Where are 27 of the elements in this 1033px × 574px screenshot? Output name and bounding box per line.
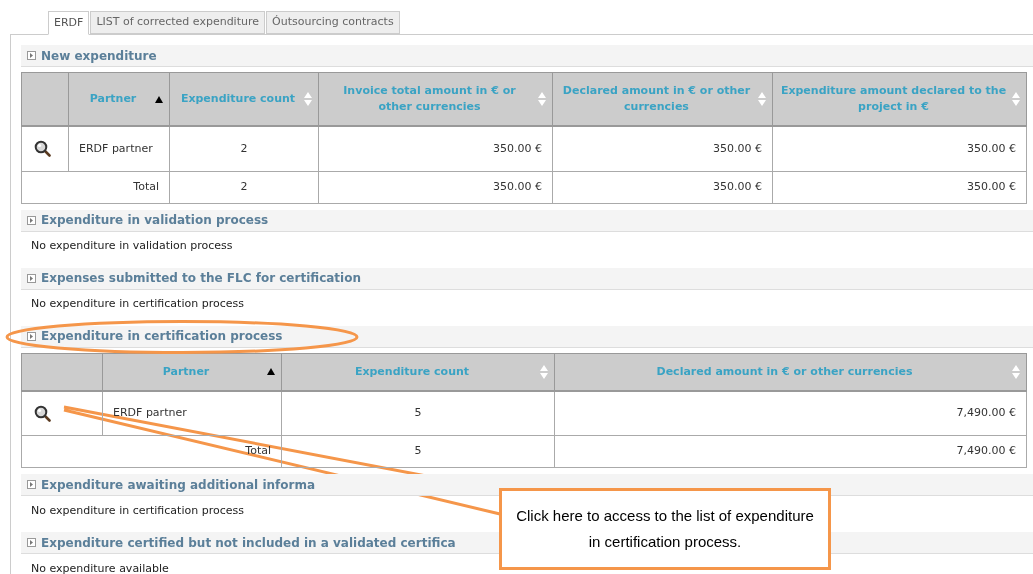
table-cell: 5 [281,390,555,436]
total-cell: 350.00 € [772,171,1027,203]
table-cell: 2 [169,126,319,171]
total-cell: 2 [169,171,319,203]
section-title: Expenditure certified but not included in a validated certifica [41,534,456,552]
table-cell: ERDF partner [102,390,282,436]
total-cell: Total [21,171,170,203]
empty-message: No expenditure in certification process [31,296,244,313]
section-title: Expenditure awaiting additional informa [41,476,316,494]
table-cell: 350.00 € [552,126,773,171]
callout-text: Click here to access to the list of expenditure in certification process. [515,506,815,552]
total-cell: 7,490.00 € [554,435,1027,468]
table-cell: 350.00 € [318,126,553,171]
total-cell: 350.00 € [552,171,773,203]
section-title: Expenditure in validation process [41,212,269,229]
empty-message: No expenditure in validation process [31,238,233,255]
empty-message: No expenditure available [31,560,169,574]
total-cell: 5 [281,435,555,468]
table-cell: ERDF partner [68,126,170,171]
empty-message: No expenditure in certification process [31,502,244,519]
table-cell: 350.00 € [772,126,1027,171]
table-cell: 7,490.00 € [554,390,1027,436]
total-cell: 350.00 € [318,171,553,203]
section-title: New expenditure [41,47,157,65]
section-title: Expenses submitted to the FLC for certification [41,270,361,287]
section-title: Expenditure in certification process [41,328,283,345]
total-cell: Total [21,435,282,468]
